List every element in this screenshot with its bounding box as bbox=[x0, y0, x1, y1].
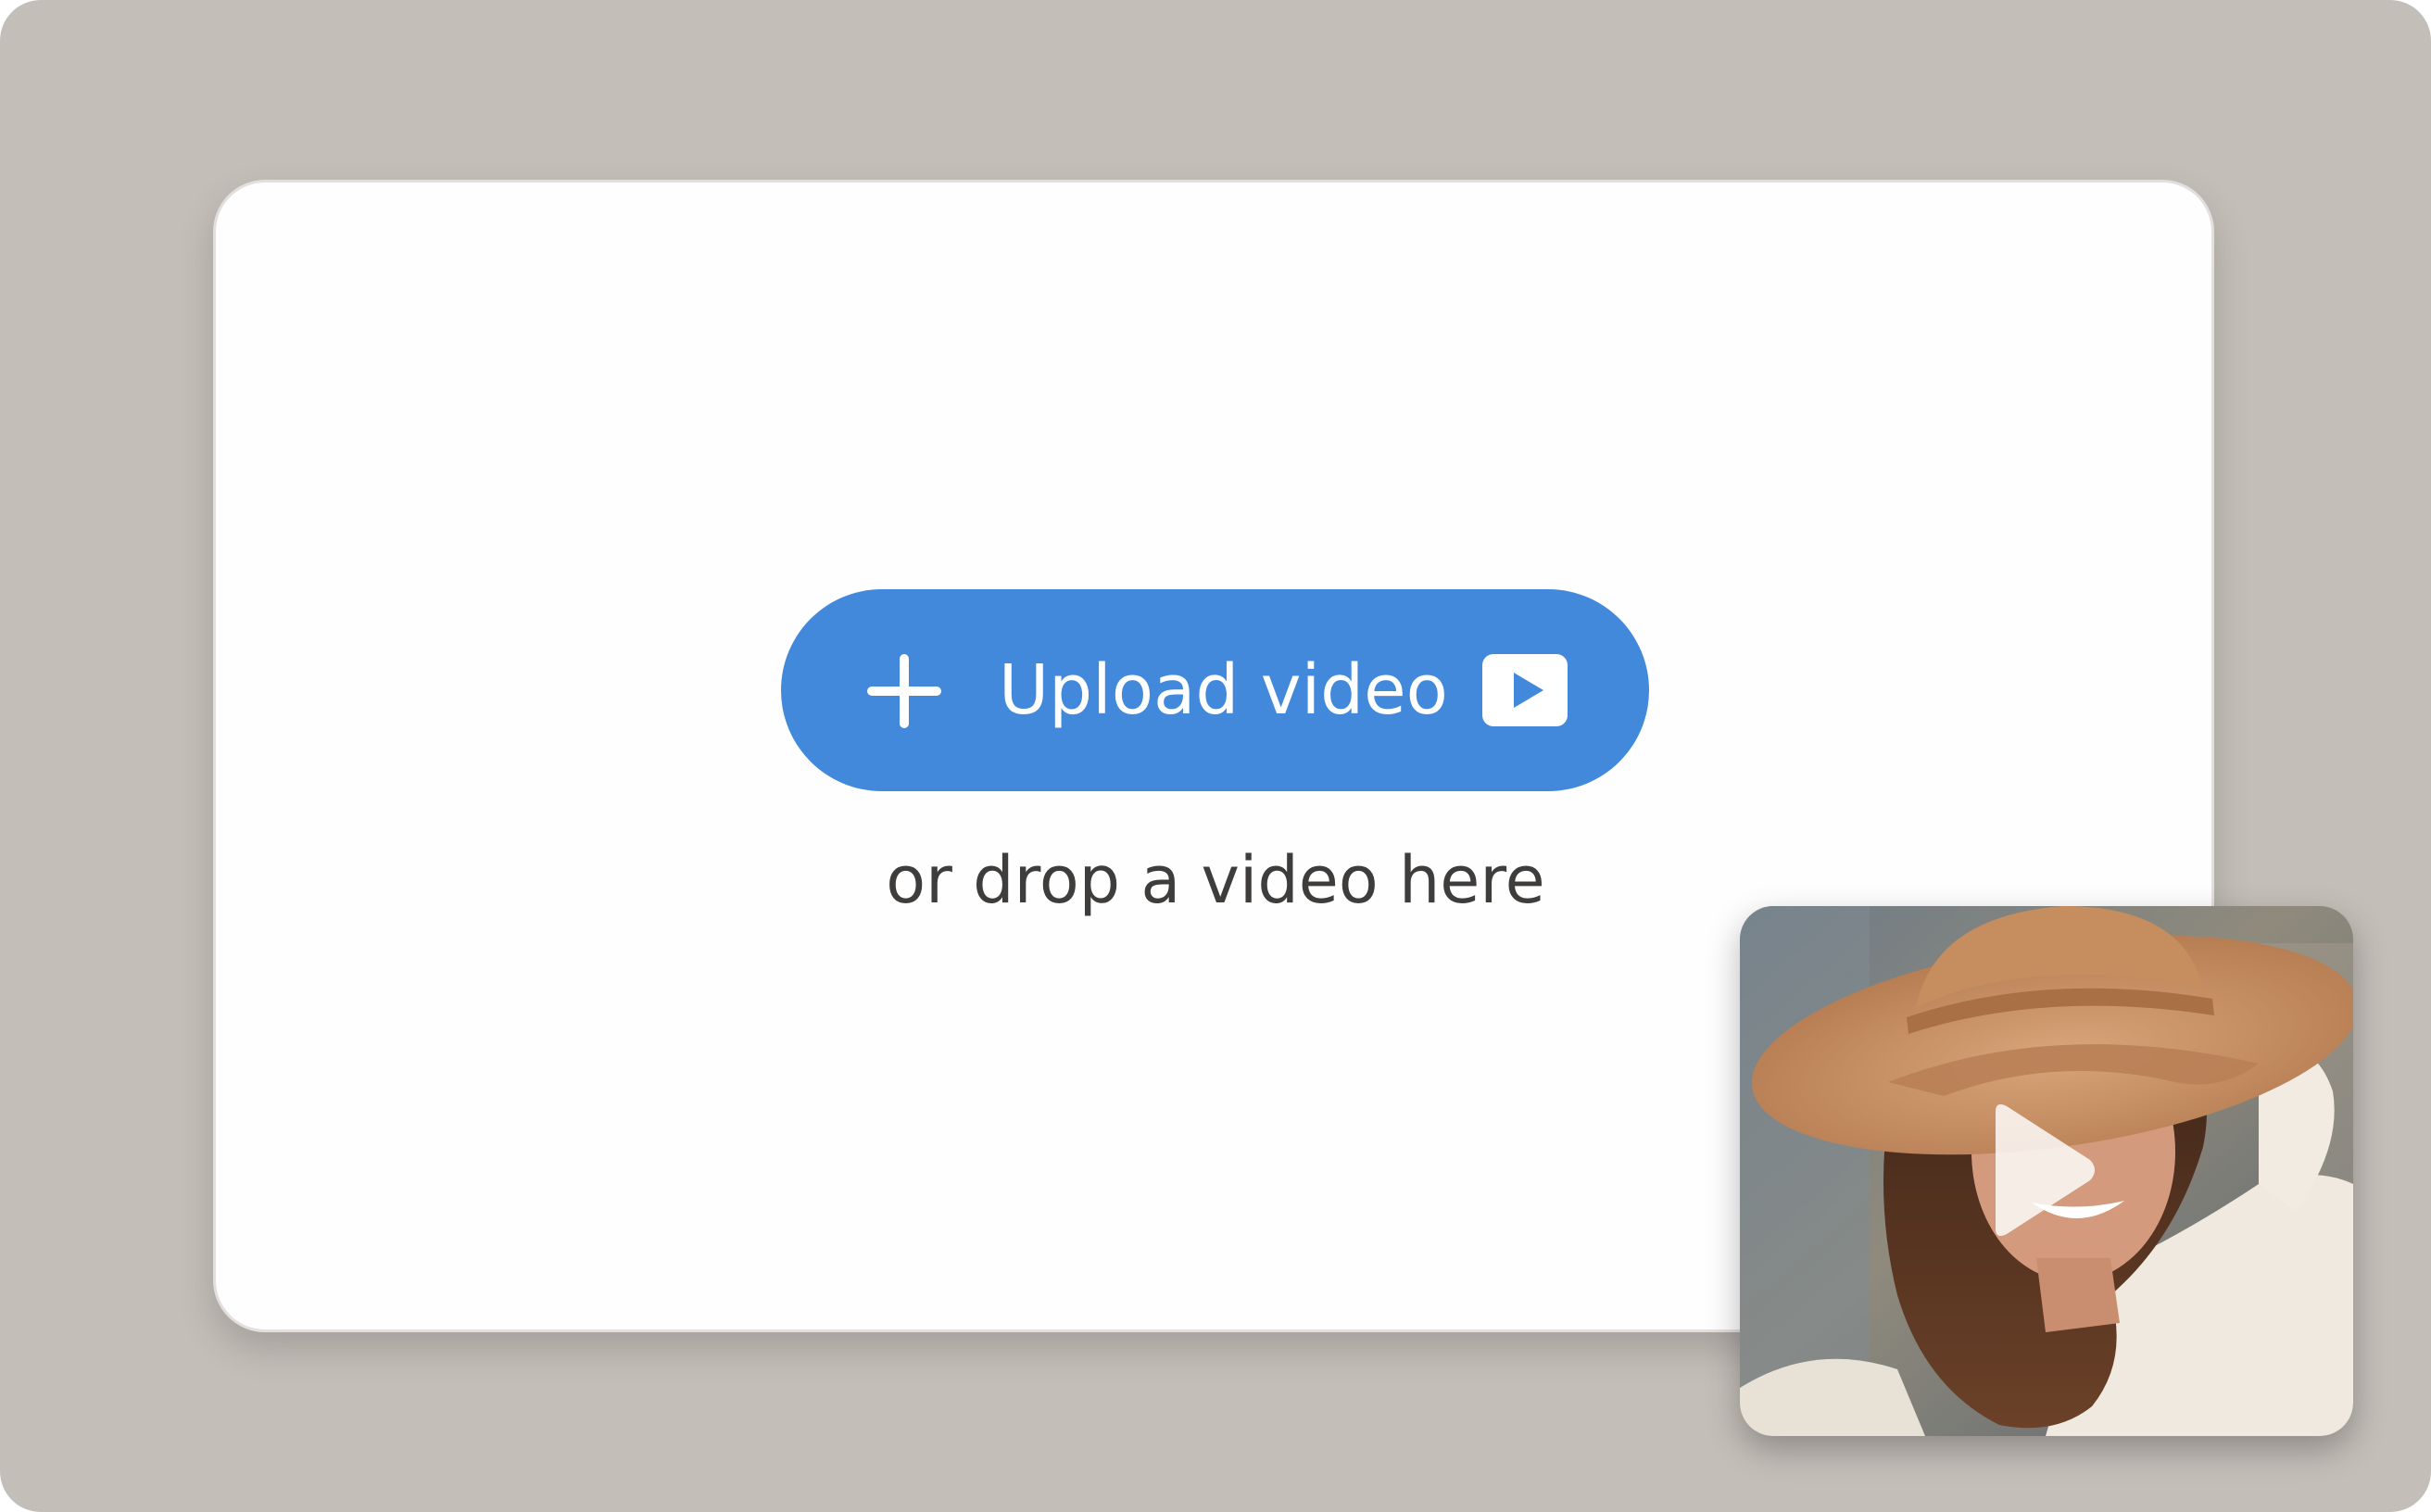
video-thumbnail[interactable] bbox=[1740, 906, 2353, 1436]
drop-hint-text: or drop a video here bbox=[886, 842, 1545, 918]
plus-icon bbox=[867, 654, 941, 728]
play-icon[interactable] bbox=[1979, 1101, 2099, 1240]
background-frame: Upload video or drop a video here bbox=[0, 0, 2431, 1512]
video-play-icon bbox=[1482, 654, 1568, 726]
upload-button-label: Upload video bbox=[999, 650, 1448, 730]
